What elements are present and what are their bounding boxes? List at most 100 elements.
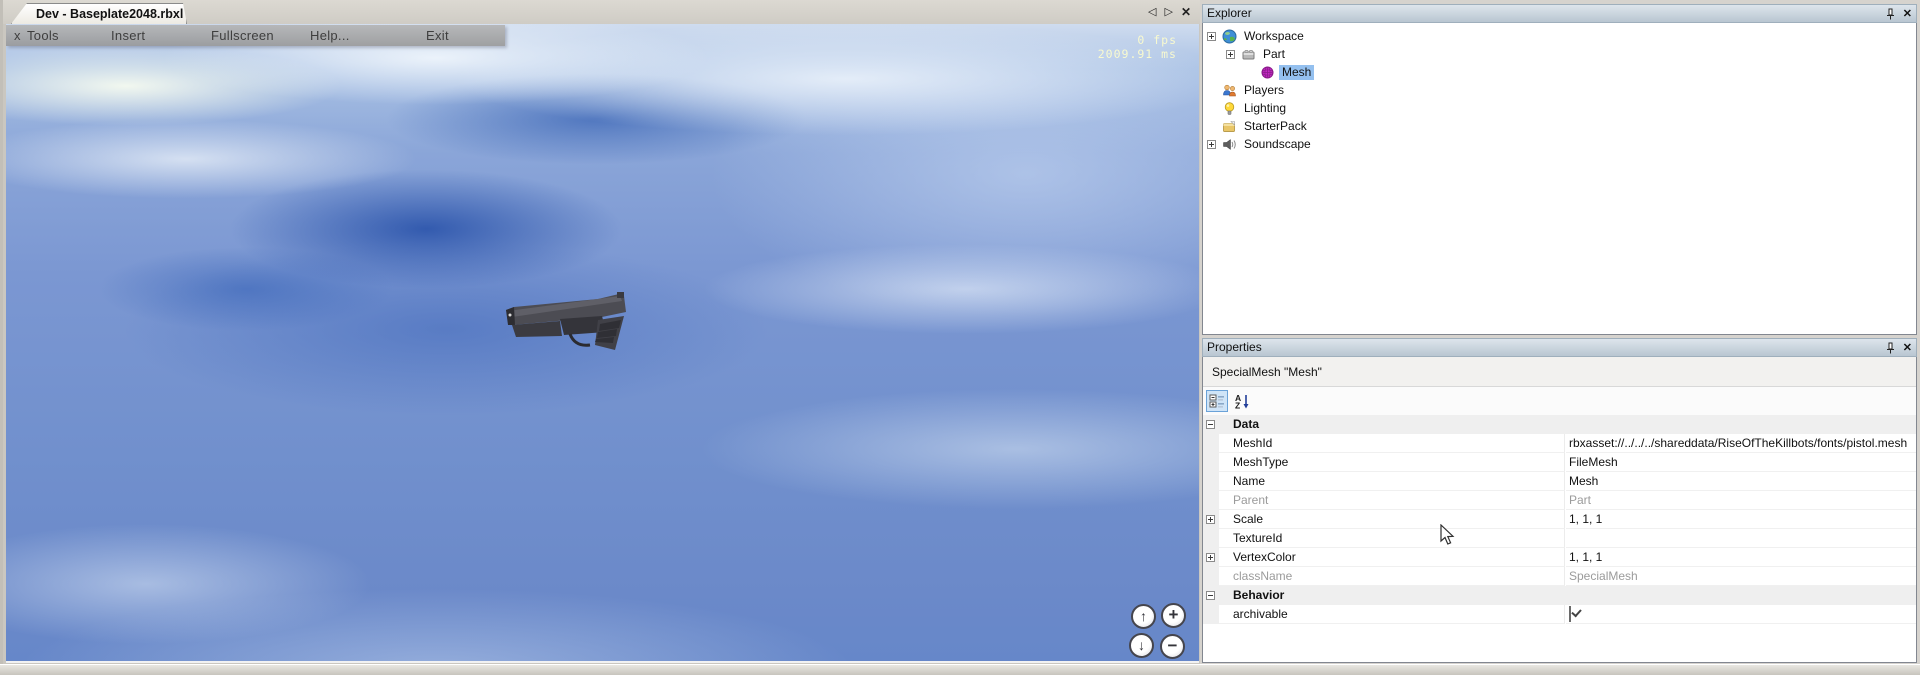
pistol-mesh[interactable]	[500, 290, 634, 352]
tree-item-soundscape[interactable]: Soundscape	[1207, 135, 1314, 153]
prop-row-meshtype: MeshType FileMesh	[1203, 453, 1916, 472]
prop-value[interactable]: 1, 1, 1	[1566, 548, 1916, 567]
category-data[interactable]: Data	[1203, 415, 1916, 434]
prop-name: MeshType	[1219, 453, 1565, 472]
zoom-in-button[interactable]: +	[1161, 603, 1186, 628]
selected-object-label: SpecialMesh "Mesh"	[1203, 357, 1916, 387]
prop-row-meshid: MeshId rbxasset://../../../shareddata/Ri…	[1203, 434, 1916, 453]
fps-value: 0 fps	[1098, 33, 1177, 47]
tree-item-label[interactable]: Mesh	[1279, 65, 1314, 80]
players-icon	[1222, 83, 1237, 98]
tree-item-players[interactable]: Players	[1207, 81, 1287, 99]
tab-scroll-right-icon[interactable]: ▷	[1164, 4, 1172, 20]
properties-title: Properties	[1207, 340, 1262, 354]
camera-up-button[interactable]: ↑	[1131, 604, 1156, 629]
tree-item-starterpack[interactable]: StarterPack	[1207, 117, 1310, 135]
expand-icon[interactable]	[1226, 50, 1235, 59]
prop-name: Scale	[1219, 510, 1565, 529]
prop-value	[1566, 605, 1916, 624]
alphabetical-sort-button[interactable]: A Z	[1231, 390, 1253, 412]
prop-value[interactable]	[1566, 529, 1916, 548]
menu-item-fullscreen[interactable]: Fullscreen	[211, 25, 274, 46]
prop-value[interactable]: 1, 1, 1	[1566, 510, 1916, 529]
tree-item-part[interactable]: Part	[1226, 45, 1288, 63]
tree-item-workspace[interactable]: Workspace	[1207, 27, 1307, 45]
expand-icon[interactable]	[1206, 515, 1215, 524]
properties-header: Properties ✕	[1202, 338, 1917, 357]
part-icon	[1241, 47, 1256, 62]
roblox-studio-screen: Dev - Baseplate2048.rbxl ◁ ▷ ✕ x Tools I…	[0, 0, 1920, 675]
tab-scroll-left-icon[interactable]: ◁	[1148, 4, 1156, 20]
explorer-header: Explorer ✕	[1202, 4, 1917, 23]
explorer-close-icon[interactable]: ✕	[1903, 7, 1912, 21]
menu-item-tools[interactable]: Tools	[27, 25, 59, 46]
menu-item-insert[interactable]: Insert	[111, 25, 145, 46]
prop-row-classname: className SpecialMesh	[1203, 567, 1916, 586]
category-label: Data	[1219, 415, 1565, 434]
category-behavior[interactable]: Behavior	[1203, 586, 1916, 605]
tab-close-icon[interactable]: ✕	[1181, 4, 1191, 20]
pin-icon[interactable]	[1884, 8, 1896, 20]
properties-close-icon[interactable]: ✕	[1903, 341, 1912, 355]
expand-icon[interactable]	[1207, 32, 1216, 41]
zoom-out-button[interactable]: −	[1160, 634, 1185, 659]
svg-text:Z: Z	[1235, 401, 1240, 410]
tree-item-label[interactable]: StarterPack	[1241, 119, 1310, 134]
tree-item-lighting[interactable]: Lighting	[1207, 99, 1289, 117]
menu-item-exit[interactable]: Exit	[426, 25, 449, 46]
soundscape-icon	[1222, 137, 1237, 152]
tree-item-label[interactable]: Lighting	[1241, 101, 1289, 116]
expand-icon[interactable]	[1207, 140, 1216, 149]
expand-icon[interactable]	[1206, 553, 1215, 562]
properties-body: SpecialMesh "Mesh"	[1202, 357, 1917, 663]
tree-item-label[interactable]: Workspace	[1241, 29, 1307, 44]
mouse-cursor	[1440, 524, 1456, 546]
camera-controls: ↑ + ↓ −	[1125, 602, 1193, 662]
bottom-taskbar-edge	[0, 664, 1920, 675]
tab-controls: ◁ ▷ ✕	[1141, 4, 1197, 20]
starterpack-icon	[1222, 119, 1237, 134]
prop-name: MeshId	[1219, 434, 1565, 453]
game-window: Dev - Baseplate2048.rbxl ◁ ▷ ✕ x Tools I…	[0, 0, 1200, 664]
tree-item-mesh[interactable]: Mesh	[1245, 63, 1314, 81]
tree-item-label[interactable]: Players	[1241, 83, 1287, 98]
menu-close-icon[interactable]: x	[14, 25, 21, 46]
prop-row-scale: Scale 1, 1, 1	[1203, 510, 1916, 529]
document-tabstrip: Dev - Baseplate2048.rbxl ◁ ▷ ✕	[3, 0, 1200, 24]
tree-item-label[interactable]: Part	[1260, 47, 1288, 62]
camera-down-button[interactable]: ↓	[1129, 633, 1154, 658]
collapse-icon[interactable]	[1206, 420, 1215, 429]
prop-row-textureid: TextureId	[1203, 529, 1916, 548]
fps-counter: 0 fps 2009.91 ms	[1098, 33, 1177, 61]
prop-row-parent: Parent Part	[1203, 491, 1916, 510]
menu-item-help[interactable]: Help...	[310, 25, 350, 46]
categorized-view-button[interactable]	[1206, 390, 1228, 412]
prop-row-archivable: archivable	[1203, 605, 1916, 624]
prop-value: SpecialMesh	[1566, 567, 1916, 586]
lighting-icon	[1222, 101, 1237, 116]
prop-row-name: Name Mesh	[1203, 472, 1916, 491]
properties-toolbar: A Z	[1203, 387, 1916, 415]
explorer-panel: Explorer ✕ Workspac	[1202, 4, 1917, 335]
prop-name: Parent	[1219, 491, 1565, 510]
prop-name: className	[1219, 567, 1565, 586]
prop-value[interactable]: Mesh	[1566, 472, 1916, 491]
prop-name: archivable	[1219, 605, 1565, 624]
prop-name: Name	[1219, 472, 1565, 491]
explorer-tree: Workspace Part	[1202, 23, 1917, 335]
document-tab[interactable]: Dev - Baseplate2048.rbxl	[11, 3, 187, 24]
archivable-checkbox[interactable]	[1569, 606, 1571, 622]
collapse-icon[interactable]	[1206, 591, 1215, 600]
explorer-title: Explorer	[1207, 6, 1252, 20]
mesh-icon	[1260, 65, 1275, 80]
prop-value[interactable]: FileMesh	[1566, 453, 1916, 472]
tree-item-label[interactable]: Soundscape	[1241, 137, 1314, 152]
prop-value: Part	[1566, 491, 1916, 510]
prop-value[interactable]: rbxasset://../../../shareddata/RiseOfThe…	[1566, 434, 1916, 453]
3d-viewport[interactable]: x Tools Insert Fullscreen Help... Exit 0…	[6, 24, 1199, 663]
properties-panel: Properties ✕ SpecialMesh "Mesh"	[1202, 338, 1917, 663]
pin-icon[interactable]	[1884, 342, 1896, 354]
game-menu-bar: x Tools Insert Fullscreen Help... Exit	[6, 25, 505, 46]
document-tab-title: Dev - Baseplate2048.rbxl	[36, 7, 183, 21]
category-label: Behavior	[1219, 586, 1565, 605]
